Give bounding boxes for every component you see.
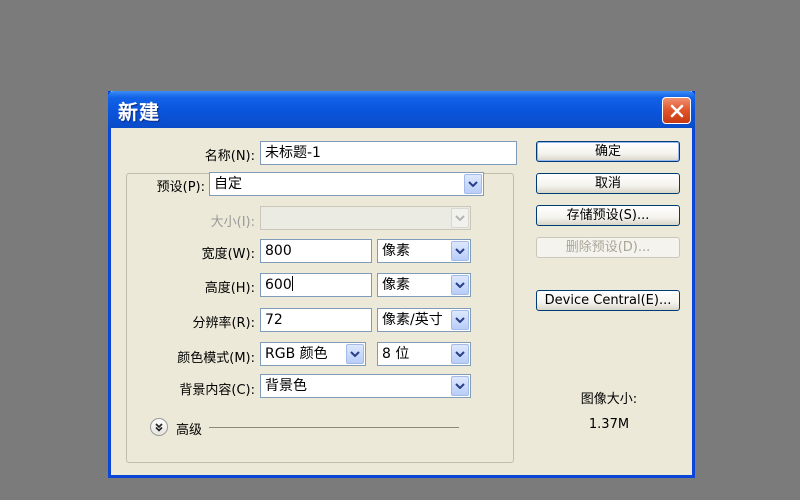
text-caret [291,276,293,291]
background-value: 背景色 [265,378,307,394]
delete-preset-button: 删除预设(D)... [536,237,680,258]
image-size-label: 图像大小: [580,392,638,407]
width-unit-value: 像素 [382,243,410,259]
bit-depth-select[interactable]: 8 位 [377,342,471,366]
save-preset-button[interactable]: 存储预设(S)... [536,205,680,226]
image-size-value: 1.37M [588,417,630,432]
chevron-down-icon[interactable] [346,344,364,364]
color-mode-select[interactable]: RGB 颜色 [260,342,366,366]
cancel-button[interactable]: 取消 [536,173,680,194]
name-label: 名称(N): [204,149,255,164]
resolution-unit-value: 像素/英寸 [382,312,443,328]
width-input[interactable]: 800 [260,239,372,263]
background-label: 背景内容(C): [179,383,255,398]
size-select [260,206,471,230]
color-mode-value: RGB 颜色 [265,346,328,362]
name-input[interactable]: 未标题-1 [260,141,517,165]
preset-label: 预设(P): [152,176,205,195]
advanced-label[interactable]: 高级 [176,419,202,438]
advanced-divider [209,427,459,428]
dialog-title: 新建 [118,100,160,124]
chevron-down-icon [451,208,469,228]
ok-button[interactable]: 确定 [536,141,680,162]
resolution-unit-select[interactable]: 像素/英寸 [377,308,471,332]
chevron-down-icon[interactable] [451,344,469,364]
dialog-body: 名称(N): 未标题-1 预设(P): 自定 大小(I): 宽度(W): 800… [111,128,692,475]
preset-value: 自定 [214,176,242,192]
height-unit-select[interactable]: 像素 [377,273,471,297]
width-unit-select[interactable]: 像素 [377,239,471,263]
color-mode-label: 颜色模式(M): [177,351,255,366]
height-input[interactable]: 600 [260,273,372,297]
width-label: 宽度(W): [201,247,255,262]
height-unit-value: 像素 [382,277,410,293]
chevron-down-icon[interactable] [451,310,469,330]
title-bar[interactable]: 新建 [108,91,695,128]
resolution-input[interactable]: 72 [260,308,372,332]
size-label: 大小(I): [210,215,255,230]
height-value: 600 [265,277,292,293]
device-central-button[interactable]: Device Central(E)... [536,290,680,311]
height-label: 高度(H): [204,281,255,296]
bit-depth-value: 8 位 [382,346,410,362]
close-icon [670,104,683,117]
close-button[interactable] [662,97,691,124]
resolution-label: 分辨率(R): [192,316,255,331]
chevron-down-icon[interactable] [451,241,469,261]
chevron-down-icon[interactable] [451,275,469,295]
double-chevron-down-icon[interactable] [150,418,168,436]
new-document-dialog: 新建 名称(N): 未标题-1 预设(P): 自定 大小(I): 宽度(W): … [108,91,695,478]
background-select[interactable]: 背景色 [260,374,471,398]
chevron-down-icon[interactable] [451,376,469,396]
preset-select[interactable]: 自定 [209,172,484,196]
chevron-down-icon[interactable] [464,174,482,194]
